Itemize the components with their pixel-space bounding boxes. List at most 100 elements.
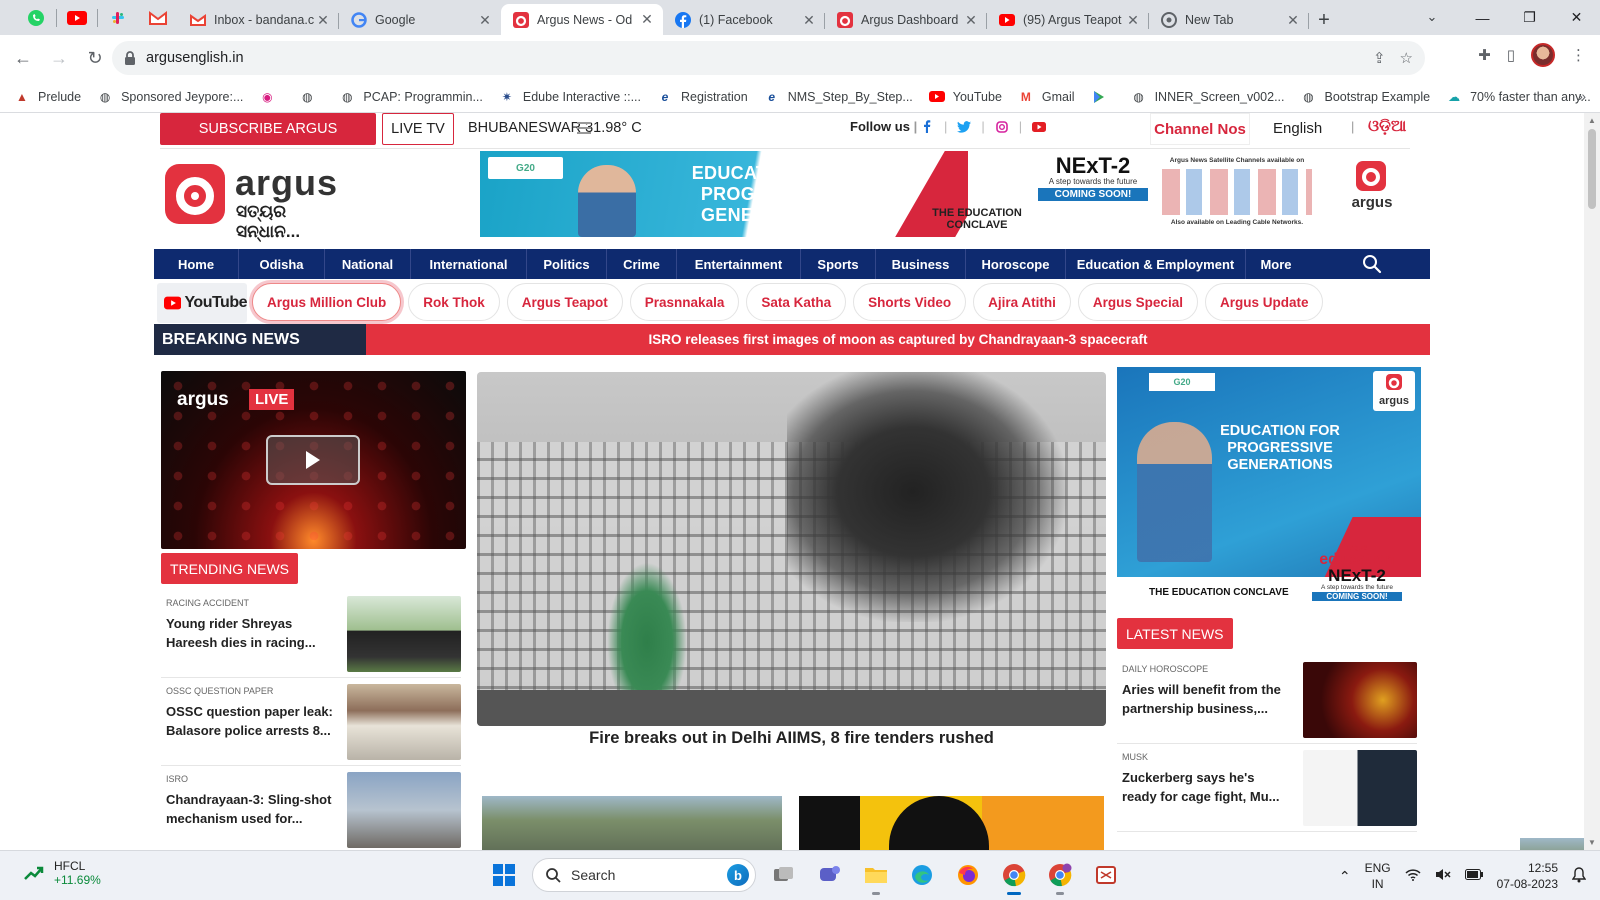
close-icon[interactable]: ✕ — [639, 11, 655, 28]
task-view-icon[interactable] — [766, 857, 802, 893]
live-tv-button[interactable]: LIVE TV — [382, 113, 454, 145]
news-thumbnail[interactable] — [1303, 750, 1417, 826]
chip-argus-update[interactable]: Argus Update — [1204, 283, 1324, 321]
file-explorer-icon[interactable] — [858, 857, 894, 895]
nav-politics[interactable]: Politics — [527, 249, 607, 279]
channel-nos-button[interactable]: Channel Nos — [1150, 113, 1250, 145]
bookmark-faster[interactable]: ☁ 70% faster than any... — [1446, 89, 1591, 105]
scroll-up-icon[interactable]: ▲ — [1588, 116, 1596, 125]
nav-home[interactable]: Home — [154, 249, 239, 279]
nav-crime[interactable]: Crime — [607, 249, 677, 279]
news-thumbnail[interactable] — [347, 596, 461, 672]
tab-argus-teapot[interactable]: (95) Argus Teapot ✕ — [987, 5, 1149, 35]
news-headline[interactable]: Zuckerberg says he's ready for cage figh… — [1122, 768, 1292, 806]
nav-sports[interactable]: Sports — [801, 249, 876, 279]
youtube-logo[interactable]: YouTube — [157, 283, 247, 323]
chip-prasnnakala[interactable]: Prasnnakala — [629, 283, 740, 321]
story-thumbnail-river[interactable] — [482, 796, 782, 850]
chip-rok-thok[interactable]: Rok Thok — [408, 283, 500, 321]
stock-widget[interactable]: HFCL +11.69% — [24, 859, 101, 887]
latest-item[interactable]: MUSK Zuckerberg says he's ready for cage… — [1117, 750, 1417, 832]
news-thumbnail[interactable] — [347, 684, 461, 760]
language-odia-link[interactable]: ଓଡ଼ିଆ — [1368, 118, 1406, 136]
extensions-icon[interactable]: ✚ — [1478, 46, 1491, 64]
news-headline[interactable]: Young rider Shreyas Hareesh dies in raci… — [166, 614, 336, 652]
chip-argus-million-club[interactable]: Argus Million Club — [252, 283, 402, 321]
reload-icon[interactable]: ↻ — [78, 41, 112, 75]
close-icon[interactable]: ✕ — [1285, 12, 1301, 29]
play-button[interactable] — [266, 435, 360, 485]
share-icon[interactable]: ⇪ — [1373, 49, 1386, 67]
trending-item[interactable]: RACING ACCIDENT Young rider Shreyas Hare… — [161, 596, 461, 678]
star-icon[interactable]: ☆ — [1400, 49, 1413, 67]
forward-icon[interactable]: → — [42, 41, 76, 75]
chrome-browser-icon[interactable] — [996, 857, 1032, 895]
chevron-right-icon[interactable]: » — [1578, 88, 1586, 104]
hero-headline[interactable]: Fire breaks out in Delhi AIIMS, 8 fire t… — [477, 729, 1106, 748]
tab-new-tab[interactable]: New Tab ✕ — [1149, 5, 1309, 35]
snipping-tool-icon[interactable] — [1088, 857, 1124, 893]
chevron-up-icon[interactable]: ⌃ — [1339, 868, 1351, 885]
youtube-icon[interactable] — [57, 3, 97, 33]
bookmark-app[interactable]: ◉ — [259, 89, 283, 105]
latest-item[interactable]: DAILY HOROSCOPE Aries will benefit from … — [1117, 662, 1417, 744]
bing-icon[interactable]: b — [727, 864, 749, 886]
system-clock[interactable]: 12:55 07-08-2023 — [1497, 860, 1558, 892]
gmail-icon[interactable] — [138, 3, 178, 33]
bookmark-youtube[interactable]: YouTube — [928, 89, 1002, 105]
windows-start-icon[interactable] — [486, 857, 522, 893]
nav-entertainment[interactable]: Entertainment — [677, 249, 801, 279]
tab-facebook[interactable]: (1) Facebook ✕ — [663, 5, 825, 35]
bookmark-bootstrap[interactable]: ◍ Bootstrap Example — [1301, 89, 1430, 105]
tab-inbox[interactable]: Inbox - bandana.c ✕ — [178, 5, 339, 35]
news-headline[interactable]: Aries will benefit from the partnership … — [1122, 680, 1292, 718]
instagram-icon[interactable] — [995, 120, 1009, 134]
address-bar[interactable]: argusenglish.in ⇪ ☆ — [112, 41, 1425, 75]
tab-google[interactable]: Google ✕ — [339, 5, 501, 35]
close-window-icon[interactable]: ✕ — [1553, 0, 1600, 35]
search-icon[interactable] — [1362, 254, 1382, 274]
youtube-icon[interactable] — [1032, 120, 1047, 134]
scroll-down-icon[interactable]: ▼ — [1588, 838, 1596, 847]
trending-item[interactable]: OSSC QUESTION PAPER OSSC question paper … — [161, 684, 461, 766]
nav-business[interactable]: Business — [876, 249, 966, 279]
speaker-muted-icon[interactable] — [1435, 868, 1451, 884]
bookmark-gmail[interactable]: M Gmail — [1018, 89, 1075, 105]
bookmark-prelude[interactable]: ▲ Prelude — [14, 89, 81, 105]
bookmark-inner-screen[interactable]: ◍ INNER_Screen_v002... — [1131, 89, 1284, 105]
education-banner-ad[interactable]: G20 EDUCATION FOR PROGRESSIVE GENERATION… — [480, 151, 1584, 850]
news-thumbnail[interactable] — [347, 772, 461, 848]
bookmark-globe[interactable]: ◍ — [299, 89, 323, 105]
close-icon[interactable]: ✕ — [801, 12, 817, 29]
slack-icon[interactable] — [98, 3, 138, 33]
close-icon[interactable]: ✕ — [1125, 12, 1141, 29]
battery-icon[interactable] — [1464, 869, 1483, 883]
chevron-down-icon[interactable]: ⌄ — [1420, 5, 1444, 29]
nav-horoscope[interactable]: Horoscope — [966, 249, 1066, 279]
firefox-icon[interactable] — [950, 857, 986, 893]
chip-sata-katha[interactable]: Sata Katha — [746, 283, 847, 321]
restore-icon[interactable]: ❐ — [1506, 0, 1553, 35]
whatsapp-icon[interactable] — [16, 3, 56, 33]
page-scrollbar[interactable]: ▲ ▼ — [1584, 113, 1600, 850]
close-icon[interactable]: ✕ — [477, 12, 493, 29]
minimize-icon[interactable]: — — [1459, 0, 1506, 35]
chip-ajira-atithi[interactable]: Ajira Atithi — [973, 283, 1071, 321]
news-headline[interactable]: OSSC question paper leak: Balasore polic… — [166, 702, 336, 740]
trending-item[interactable]: ISRO Chandrayaan-3: Sling-shot mechanism… — [161, 772, 461, 850]
chrome-profile-icon[interactable] — [1042, 857, 1078, 895]
bookmark-registration[interactable]: e Registration — [657, 89, 748, 105]
language-english-link[interactable]: English — [1273, 120, 1322, 137]
scrollbar-thumb[interactable] — [1588, 129, 1596, 209]
notification-icon[interactable] — [1571, 866, 1587, 886]
education-side-ad[interactable]: G20 argus EDUCATION FOR PROGRESSIVE GENE… — [1117, 367, 1421, 617]
tab-argus-dashboard[interactable]: Argus Dashboard ✕ — [825, 5, 987, 35]
bookmark-nms[interactable]: e NMS_Step_By_Step... — [764, 89, 912, 105]
new-tab-button[interactable]: + — [1309, 5, 1339, 35]
facebook-icon[interactable] — [920, 120, 934, 134]
weather-menu-icon[interactable] — [577, 122, 591, 134]
input-language[interactable]: ENG IN — [1365, 860, 1391, 892]
back-icon[interactable]: ← — [6, 41, 40, 75]
edge-browser-icon[interactable] — [904, 857, 940, 893]
bookmark-play[interactable] — [1091, 89, 1115, 105]
